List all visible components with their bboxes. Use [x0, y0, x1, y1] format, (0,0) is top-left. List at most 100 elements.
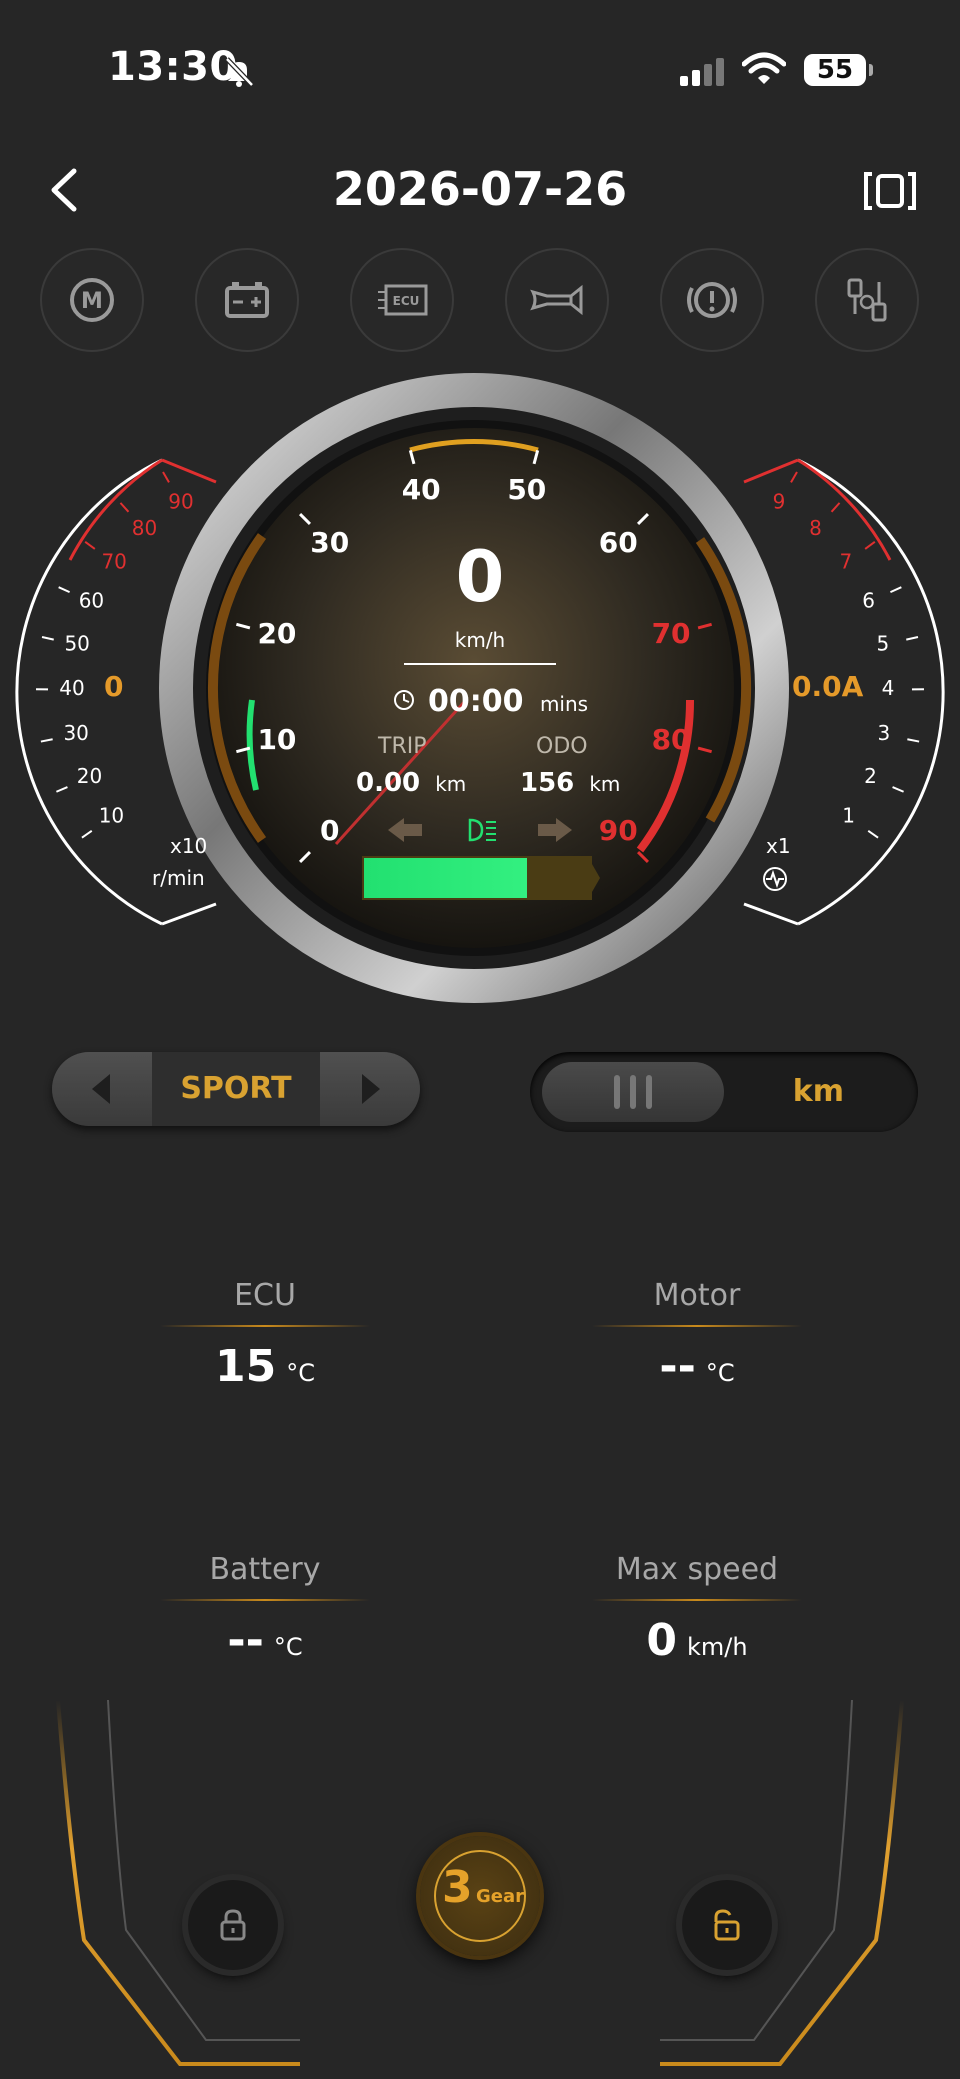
gauge-tick — [162, 471, 170, 483]
odo-label: ODO — [536, 734, 588, 759]
max-speed-unit: km/h — [687, 1633, 748, 1661]
unit-label: km — [792, 1074, 844, 1109]
unit-toggle-knob[interactable] — [542, 1062, 724, 1122]
mode-selector: SPORT — [52, 1052, 420, 1126]
gauge-tick — [906, 636, 919, 641]
ecu-temp-unit: °C — [286, 1359, 315, 1387]
motor-icon: M — [70, 278, 114, 322]
speed-tick-label: 50 — [507, 473, 546, 506]
battery-icon — [225, 282, 269, 318]
gauge-tick — [84, 541, 96, 550]
gauge-tick — [40, 738, 53, 743]
current-sensor-icon — [763, 867, 787, 891]
trip-label: TRIP — [378, 734, 427, 759]
gauge-tick — [867, 829, 879, 839]
ride-time-value: 00:00 — [428, 684, 524, 719]
rpm-tick-label: 50 — [64, 631, 89, 655]
wifi-icon — [742, 52, 786, 84]
ride-time: 00:00 mins — [428, 684, 588, 719]
trip-value: 0.00 km — [356, 768, 466, 798]
connector-icon-button[interactable] — [815, 248, 919, 352]
max-speed-stat: Max speed 0 km/h — [592, 1552, 802, 1666]
speed-tick-label: 40 — [402, 473, 441, 506]
mode-next-button[interactable] — [322, 1052, 420, 1126]
rpm-tick-label: 90 — [168, 490, 193, 514]
mode-label: SPORT — [152, 1052, 320, 1126]
current-tick-label: 5 — [876, 631, 889, 655]
odo-value: 156 km — [520, 768, 620, 798]
battery-temp-label: Battery — [209, 1552, 321, 1587]
unlock-icon — [714, 1909, 740, 1941]
gauge-tick — [58, 586, 70, 594]
current-tick-label: 6 — [862, 589, 875, 613]
ecu-icon-button[interactable]: ECU — [350, 248, 454, 352]
svg-text:ECU: ECU — [393, 294, 420, 308]
motor-temp-label: Motor — [653, 1278, 741, 1313]
current-tick-label: 9 — [773, 490, 786, 514]
horn-icon-button[interactable] — [505, 248, 609, 352]
lock-icon — [220, 1909, 246, 1941]
battery-temp-value: -- — [227, 1615, 264, 1666]
current-tick-label: 8 — [809, 516, 822, 540]
odo-distance: 156 — [520, 768, 575, 798]
current-multiplier: x1 — [766, 834, 791, 858]
motor-temp-unit: °C — [705, 1359, 735, 1387]
speed-tick-label: 80 — [652, 723, 691, 756]
gear-button[interactable]: 3 Gear — [420, 1836, 540, 1956]
rpm-value: 0 — [104, 670, 124, 703]
brake-warning-icon — [687, 282, 737, 318]
connector-icon — [847, 278, 887, 322]
unit-toggle[interactable]: km — [530, 1052, 918, 1132]
current-tick-label: 3 — [877, 721, 890, 745]
speed-tick-label: 60 — [599, 526, 638, 559]
rpm-tick-label: 60 — [79, 589, 104, 613]
rpm-tick-label: 30 — [63, 721, 88, 745]
speed-tick-label: 90 — [599, 814, 638, 847]
mode-prev-button[interactable] — [52, 1052, 150, 1126]
speed-value: 0 — [455, 536, 505, 618]
trip-distance: 0.00 — [356, 768, 421, 798]
current-tick-label: 4 — [882, 676, 895, 700]
speed-tick-label: 30 — [310, 526, 349, 559]
motor-icon-button[interactable]: M — [40, 248, 144, 352]
gauge-tick — [81, 829, 93, 839]
rpm-unit: r/min — [152, 866, 205, 890]
gauge-tick — [830, 502, 841, 513]
ecu-icon: ECU — [378, 284, 428, 316]
lock-button[interactable] — [188, 1880, 278, 1970]
gauge-tick — [907, 738, 920, 743]
unlock-button[interactable] — [682, 1880, 772, 1970]
speed-unit: km/h — [454, 628, 506, 652]
chevron-right-icon — [362, 1074, 380, 1104]
signal-icon — [678, 56, 726, 86]
motor-temp-stat: Motor -- °C — [592, 1278, 802, 1392]
current-tick-label: 2 — [864, 764, 877, 788]
page-title: 2026-07-26 — [332, 162, 628, 216]
gauge-tick — [790, 471, 798, 483]
speed-tick-label: 10 — [257, 723, 296, 756]
gear-label: Gear — [476, 1886, 525, 1907]
motor-temp-value: -- — [659, 1341, 696, 1392]
speed-tick-label: 20 — [257, 617, 296, 650]
status-time: 13:30 — [108, 44, 238, 90]
gauge-tick — [119, 502, 130, 513]
battery-level-fill — [364, 858, 527, 898]
horn-icon — [530, 284, 583, 316]
brake-warning-icon-button[interactable] — [660, 248, 764, 352]
scan-icon[interactable] — [862, 170, 918, 212]
max-speed-label: Max speed — [615, 1552, 779, 1587]
svg-text:M: M — [81, 289, 103, 314]
rpm-multiplier: x10 — [170, 834, 208, 858]
speed-tick-label: 70 — [652, 617, 691, 650]
ecu-temp-value: 15 — [215, 1341, 277, 1392]
battery-icon-button[interactable] — [195, 248, 299, 352]
rpm-tick-label: 80 — [132, 516, 157, 540]
battery-temp-unit: °C — [273, 1633, 303, 1661]
rpm-tick-label: 20 — [77, 764, 102, 788]
rpm-tick-label: 70 — [101, 550, 126, 574]
battery-temp-stat: Battery -- °C — [160, 1552, 370, 1666]
rpm-tick-label: 40 — [59, 676, 84, 700]
gauge-tick — [41, 636, 54, 641]
trip-unit: km — [435, 772, 467, 796]
ride-time-unit: mins — [539, 692, 589, 716]
